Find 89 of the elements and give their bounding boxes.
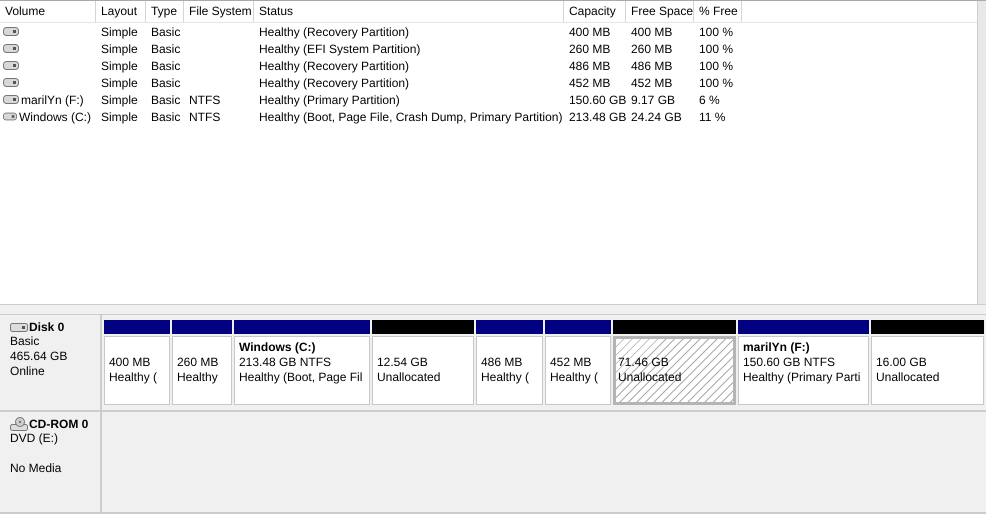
partition-status: Healthy ( — [109, 370, 158, 385]
table-cell: 400 MB — [569, 24, 610, 38]
table-cell: Basic — [151, 92, 180, 106]
partition-size: 12.54 GB — [377, 354, 429, 370]
table-cell: Basic — [151, 76, 180, 90]
table-cell: 11 % — [699, 110, 726, 124]
partition-status: Unallocated — [618, 370, 682, 385]
table-cell: Healthy (Recovery Partition) — [259, 58, 410, 72]
splitter-bar[interactable] — [0, 304, 986, 315]
partition-header-bar — [545, 320, 611, 334]
partition-header-bar — [104, 320, 170, 334]
disk-status: No Media — [10, 461, 62, 476]
table-cell: Simple — [101, 42, 138, 56]
partition-size: 71.46 GB — [618, 354, 670, 370]
table-cell: 100 % — [699, 42, 734, 56]
partition-block[interactable]: 452 MB Healthy ( — [545, 336, 611, 405]
table-cell: 24.24 GB — [631, 110, 682, 124]
drive-icon — [3, 44, 19, 53]
partition-block[interactable]: 400 MB Healthy ( — [104, 336, 170, 405]
table-cell: Windows (C:) — [18, 110, 91, 124]
partition-size: 400 MB — [109, 354, 152, 370]
table-cell: 260 MB — [569, 42, 610, 56]
partition-block[interactable]: 260 MB Healthy — [172, 336, 232, 405]
drive-icon — [3, 61, 19, 70]
drive-icon — [3, 95, 19, 104]
partition-status: Unallocated — [377, 370, 442, 385]
partition-block[interactable]: 486 MB Healthy ( — [476, 336, 543, 405]
partition-name: Windows (C:) — [239, 340, 316, 354]
partition-header-bar — [476, 320, 543, 334]
table-cell: 400 MB — [631, 24, 672, 38]
drive-icon — [3, 78, 19, 87]
table-cell: Healthy (Recovery Partition) — [259, 76, 410, 90]
partition-size: 260 MB — [177, 354, 220, 370]
table-cell: 150.60 GB — [569, 92, 626, 106]
disk-info: Online — [10, 364, 46, 379]
disk-name: CD-ROM 0 — [29, 417, 88, 431]
table-cell: Basic — [151, 110, 180, 124]
table-cell: 9.17 GB — [631, 92, 676, 106]
table-cell: 213.48 GB — [569, 110, 626, 124]
partition-block[interactable]: 12.54 GB Unallocated — [372, 336, 474, 405]
table-cell: Healthy (Primary Partition) — [259, 92, 400, 106]
partition-status: Healthy ( — [481, 370, 530, 385]
cd-drive-icon — [10, 417, 28, 431]
partition-status: Healthy (Boot, Page Fil — [239, 370, 364, 385]
drive-icon — [3, 27, 19, 36]
table-cell: 260 MB — [631, 42, 672, 56]
partition-size: 213.48 GB NTFS — [239, 354, 332, 370]
partition-block[interactable]: 71.46 GB Unallocated — [613, 336, 736, 405]
partition-name: marilYn (F:) — [743, 340, 810, 354]
table-cell: Simple — [101, 24, 138, 38]
partition-block[interactable]: 16.00 GB Unallocated — [871, 336, 984, 405]
partition-status: Healthy (Primary Parti — [743, 370, 862, 385]
partition-size: 16.00 GB — [876, 354, 928, 370]
table-cell: Healthy (Boot, Page File, Crash Dump, Primary Partition) — [259, 110, 562, 124]
disk-info: Basic — [10, 334, 40, 349]
table-cell: Simple — [101, 110, 138, 124]
table-cell: Basic — [151, 24, 180, 38]
table-cell: Healthy (EFI System Partition) — [259, 42, 420, 56]
table-cell: Simple — [101, 76, 138, 90]
partition-size: 486 MB — [481, 354, 524, 370]
table-cell: Healthy (Recovery Partition) — [259, 24, 410, 38]
partition-size: 452 MB — [550, 354, 592, 370]
table-cell: NTFS — [189, 110, 220, 124]
table-cell: 100 % — [699, 76, 734, 90]
partition-status: Unallocated — [876, 370, 940, 385]
table-cell: marilYn (F:) — [21, 92, 84, 106]
partition-status: Healthy ( — [550, 370, 600, 385]
table-cell: NTFS — [189, 92, 220, 106]
partition-status: Healthy — [177, 370, 219, 385]
table-cell: 100 % — [699, 58, 734, 72]
table-cell: 6 % — [699, 92, 720, 106]
partition-block[interactable]: marilYn (F:) 150.60 GB NTFS Healthy (Primary Parti — [738, 336, 869, 405]
table-cell: 486 MB — [569, 58, 610, 72]
scrollbar[interactable] — [977, 1, 986, 304]
table-cell: 100 % — [699, 24, 734, 38]
table-cell: Basic — [151, 42, 180, 56]
disk-info: 465.64 GB — [10, 349, 68, 364]
partition-header-bar — [172, 320, 232, 334]
table-cell: Basic — [151, 58, 180, 72]
table-cell: Simple — [101, 58, 138, 72]
table-cell: 486 MB — [631, 58, 672, 72]
disk-info: DVD (E:) — [10, 431, 59, 446]
drive-icon — [3, 112, 17, 121]
table-cell: 452 MB — [631, 76, 672, 90]
partition-size: 150.60 GB NTFS — [743, 354, 836, 370]
partition-block[interactable]: Windows (C:) 213.48 GB NTFS Healthy (Boot, Page Fil — [234, 336, 370, 405]
table-cell: Simple — [101, 92, 138, 106]
table-cell: 452 MB — [569, 76, 610, 90]
disk-name: Disk 0 — [29, 320, 64, 334]
